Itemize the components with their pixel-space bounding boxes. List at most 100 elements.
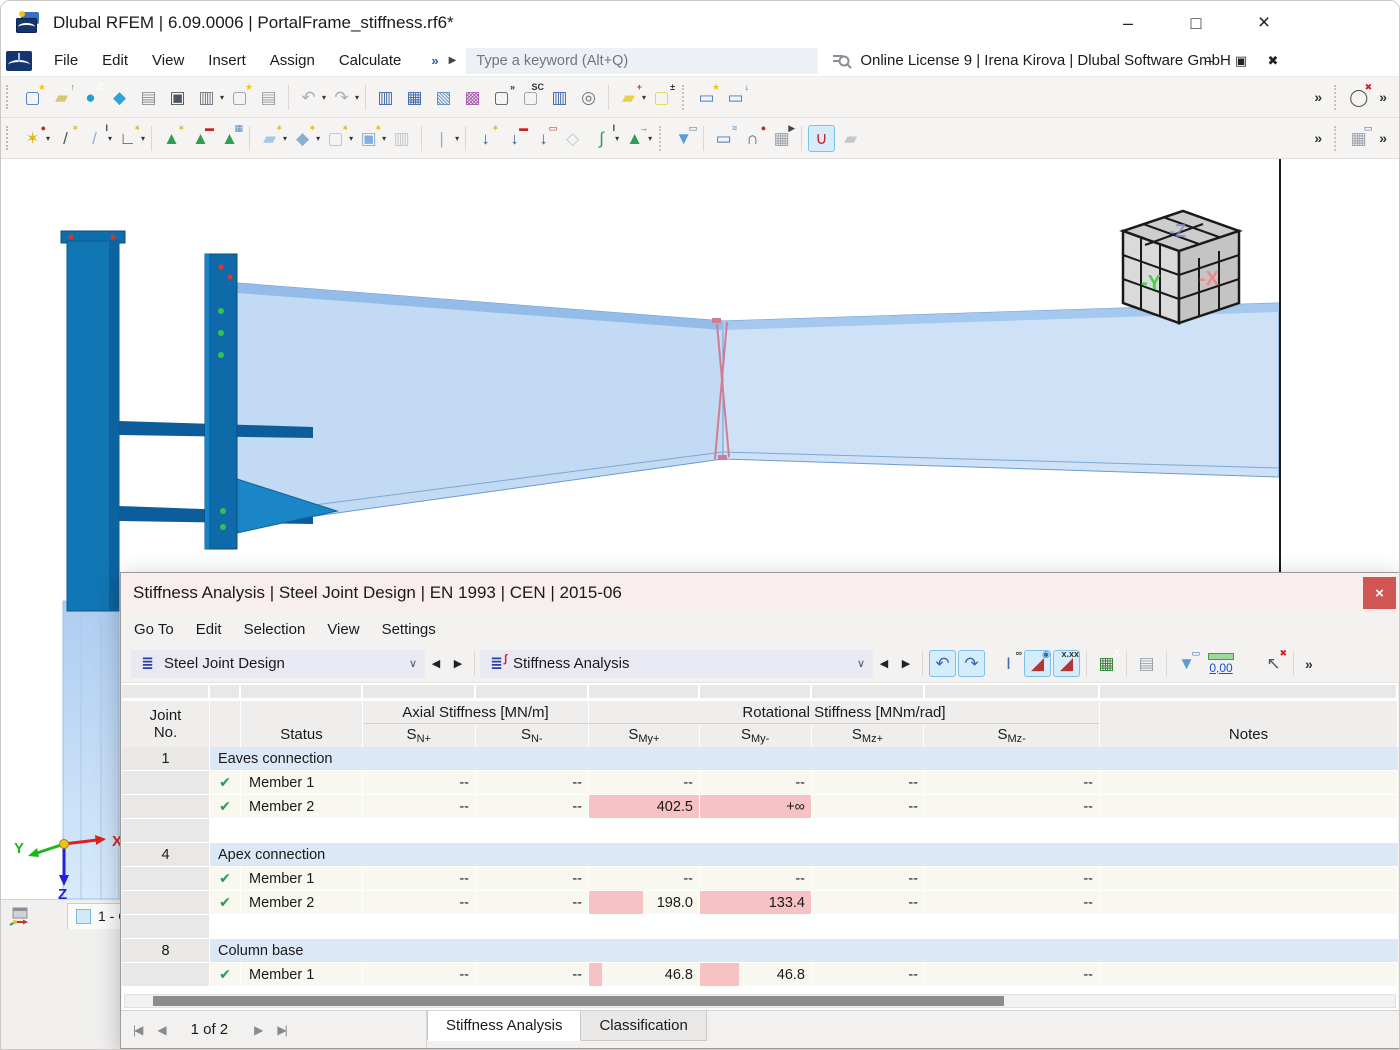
mdi-minimize-icon[interactable]: – [1201,53,1217,69]
member-row[interactable]: ✔ Member 2 -- -- 198.0 133.4 -- -- [122,891,1398,915]
menu-calculate[interactable]: Calculate [327,47,414,74]
cell-notes[interactable] [1100,867,1398,891]
toolbar-overflow-icon[interactable]: » [1379,89,1387,105]
cell-notes[interactable] [1100,795,1398,819]
import-object-icon[interactable]: ▭ ↓ [722,82,750,111]
new-imperfection-dropdown-icon[interactable]: ▾ [615,134,619,143]
member-row[interactable]: ✔ Member 1 -- -- 46.8 46.8 -- -- [122,963,1398,987]
insert-tool-dropdown-icon[interactable]: ▾ [455,134,459,143]
navigator-panel-icon[interactable]: ▥ [372,84,399,111]
cell-sn-plus[interactable]: -- [363,795,476,819]
sheet-tab-classification[interactable]: Classification [581,1011,707,1041]
new-surface-dropdown-icon[interactable]: ▾ [283,134,287,143]
cell-smz-plus[interactable]: -- [812,891,925,915]
table-hscrollbar[interactable] [122,994,1398,1010]
joint-group-row[interactable]: 1 Eaves connection [122,747,1398,771]
jump-next-icon[interactable]: ↷ [958,650,985,677]
undo-dropdown-icon[interactable]: ▾ [322,93,326,102]
member-label[interactable]: Member 1 [241,867,363,891]
cell-sn-plus[interactable]: -- [363,867,476,891]
open-model-icon[interactable]: ▰ ↑ [48,82,75,111]
delete-results-icon[interactable]: ↖ ✖ [1260,649,1287,677]
cell-smy-plus[interactable]: -- [589,771,700,795]
member-row[interactable]: ✔ Member 1 -- -- -- -- -- -- [122,867,1398,891]
insert-tool-icon[interactable]: | [428,125,455,152]
joint-name[interactable]: Eaves connection [210,747,1398,771]
member-view-icon[interactable]: I ∞ [995,649,1022,677]
new-block-icon[interactable]: ▣ ✶ [355,123,383,152]
cell-smy-minus[interactable]: 46.8 [700,963,812,987]
toolbar-overflow-icon[interactable]: » [1305,656,1313,672]
cube-face-minus-y[interactable]: -Y [1141,272,1162,294]
design-type-combo[interactable]: ≣ Steel Joint Design ∨ [131,649,425,678]
toolbar-drag-handle[interactable] [6,85,11,109]
joint-number[interactable]: 4 [122,843,210,867]
close-button[interactable]: × [1249,11,1279,35]
new-printout-report-icon[interactable]: ▢ ★ [226,82,253,111]
new-imperfection-icon[interactable]: ∫ I [588,123,615,152]
toolbar-overflow-icon[interactable]: » [1314,130,1322,146]
filter-results-icon[interactable]: ▼ ▭ [1173,649,1200,677]
model-data-icon[interactable]: ▤ [135,84,162,111]
cell-smz-minus[interactable]: -- [925,867,1100,891]
animation-icon[interactable]: ▦ ▶ [768,123,796,152]
toolbar-drag-handle[interactable] [1334,84,1338,110]
show-result-values-icon[interactable]: ◢ ◉ [1024,650,1051,677]
new-surface-icon[interactable]: ▰ ✶ [256,123,283,152]
design-type-next-button[interactable]: ▶ [447,651,469,677]
menu-overflow-icon[interactable]: » [431,53,438,68]
tables-panel-icon[interactable]: ▦ [401,84,428,111]
result-type-prev-button[interactable]: ◀ [873,651,895,677]
menu-run-icon[interactable]: ▶ [449,55,457,66]
cell-notes[interactable] [1100,891,1398,915]
member-label[interactable]: Member 1 [241,771,363,795]
sheet-tab-stiffness-analysis[interactable]: Stiffness Analysis [427,1011,582,1041]
mdi-close-icon[interactable]: ✖ [1265,53,1281,69]
minimize-button[interactable]: – [1113,13,1143,34]
toolbar-drag-handle[interactable] [659,125,663,151]
toolbar-drag-handle[interactable] [682,84,686,110]
joint-group-row[interactable]: 8 Column base [122,939,1398,963]
result-type-next-button[interactable]: ▶ [895,651,917,677]
toolbar-overflow-icon[interactable]: » [1379,130,1387,146]
search-input[interactable] [466,47,819,74]
first-page-button[interactable]: |◀ [133,1023,143,1037]
joint-number[interactable]: 1 [122,747,210,771]
new-node-dropdown-icon[interactable]: ▾ [46,134,50,143]
dialog-menu-settings[interactable]: Settings [371,616,447,643]
joint-group-row[interactable]: 4 Apex connection [122,843,1398,867]
member-row[interactable]: ✔ Member 2 -- -- 402.5 +∞ -- -- [122,795,1398,819]
shortcut-panel-icon[interactable]: ▢ SC [517,82,545,111]
zoom-clear-icon[interactable]: ◯ ✖ [1345,82,1372,111]
dialog-menu-go-to[interactable]: Go To [123,616,185,643]
redo-dropdown-icon[interactable]: ▾ [355,93,359,102]
design-type-prev-button[interactable]: ◀ [425,651,447,677]
jump-previous-icon[interactable]: ↶ [929,650,956,677]
cell-sn-minus[interactable]: -- [476,963,589,987]
new-member-load-icon[interactable]: ↓ ▬ [501,123,528,152]
printout-report-icon[interactable]: ▤ [255,84,282,111]
mdi-restore-icon[interactable]: ▣ [1233,53,1249,69]
cell-smz-minus[interactable]: -- [925,795,1100,819]
toolbar-overflow-icon[interactable]: » [1314,89,1322,105]
new-nodal-load-icon[interactable]: ↓ ✶ [472,123,499,152]
menu-assign[interactable]: Assign [258,47,327,74]
cell-sn-minus[interactable]: -- [476,771,589,795]
decimal-places-icon[interactable]: ◢ x.xx [1053,650,1080,677]
new-solid-load-icon[interactable]: ◇ [559,125,586,152]
menu-edit[interactable]: Edit [90,47,140,74]
table-grid-icon[interactable]: ▦ ▭ [1345,123,1373,152]
member-row[interactable]: ✔ Member 1 -- -- -- -- -- -- [122,771,1398,795]
support-chat-icon[interactable]: ◎ [575,84,602,111]
new-member-icon[interactable]: / I [81,123,108,152]
surface-results-icon[interactable]: ▰ [837,125,864,152]
joint-number[interactable]: 8 [122,939,210,963]
prev-page-button[interactable]: ◀ [157,1023,166,1037]
cell-sn-minus[interactable]: -- [476,891,589,915]
new-surface-support-icon[interactable]: ▲ ▦ [216,123,243,152]
toolbar-drag-handle[interactable] [6,126,11,150]
new-member-dropdown-icon[interactable]: ▾ [108,134,112,143]
cell-smz-plus[interactable]: -- [812,795,925,819]
new-model-icon[interactable]: ▢ ★ [19,82,46,111]
result-type-combo[interactable]: ≣ ∫ Stiffness Analysis ∨ [480,649,873,678]
